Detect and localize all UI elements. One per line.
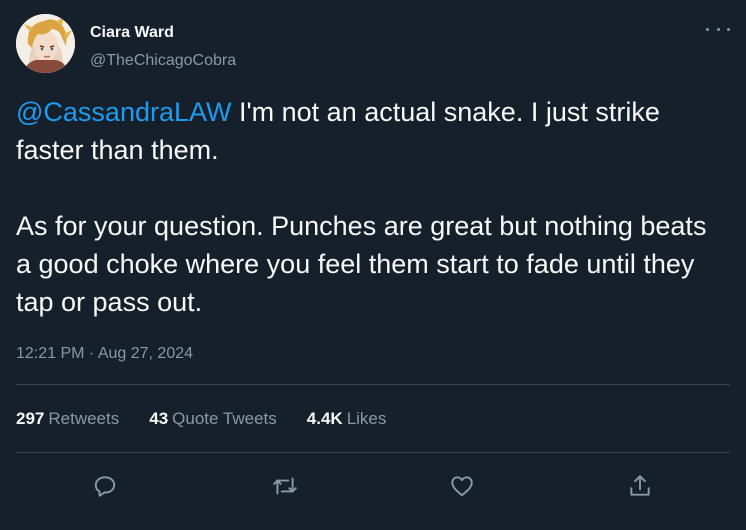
tweet-paragraph: As for your question. Punches are great … [16, 211, 707, 317]
share-icon [630, 475, 650, 496]
avatar[interactable] [16, 14, 75, 73]
retweets-stat[interactable]: 297 Retweets [16, 409, 119, 429]
divider [16, 384, 730, 385]
reply-button[interactable] [85, 466, 125, 506]
author-handle[interactable]: @TheChicagoCobra [90, 52, 236, 70]
divider [16, 452, 730, 453]
tweet-text: @CassandraLAW I'm not an actual snake. I… [16, 93, 728, 321]
tweet-timestamp: 12:21 PM · Aug 27, 2024 [16, 345, 193, 363]
reply-icon [94, 476, 116, 497]
author-display-name[interactable]: Ciara Ward [90, 24, 174, 42]
tweet-paragraph: @CassandraLAW I'm not an actual snake. I… [16, 93, 728, 169]
tweet-stats: 297 Retweets 43 Quote Tweets 4.4K Likes [16, 409, 416, 429]
quote-tweets-stat[interactable]: 43 Quote Tweets [149, 409, 277, 429]
quote-tweets-label: Quote Tweets [172, 409, 277, 428]
avatar-image [16, 14, 75, 73]
quote-tweets-count: 43 [149, 409, 169, 428]
tweet-header: Ciara Ward @TheChicagoCobra [16, 14, 730, 76]
mention-link[interactable]: @CassandraLAW [16, 97, 232, 127]
retweets-label: Retweets [48, 409, 120, 428]
timestamp-separator: · [84, 345, 98, 362]
like-button[interactable] [442, 466, 482, 506]
tweet-actions [0, 466, 746, 506]
likes-stat[interactable]: 4.4K Likes [307, 409, 387, 429]
tweet-detail: Ciara Ward @TheChicagoCobra @CassandraLA… [0, 0, 746, 530]
likes-count: 4.4K [306, 409, 343, 428]
more-dot [727, 27, 730, 31]
more-dot [706, 27, 709, 31]
more-dot [716, 27, 720, 31]
retweet-icon [273, 477, 297, 495]
retweets-count: 297 [16, 409, 45, 428]
likes-label: Likes [346, 409, 387, 428]
heart-icon [451, 476, 473, 497]
share-button[interactable] [620, 466, 660, 506]
tweet-time[interactable]: 12:21 PM [16, 345, 84, 362]
more-horizontal-icon[interactable] [706, 22, 730, 36]
retweet-button[interactable] [265, 466, 305, 506]
tweet-date[interactable]: Aug 27, 2024 [98, 345, 193, 362]
